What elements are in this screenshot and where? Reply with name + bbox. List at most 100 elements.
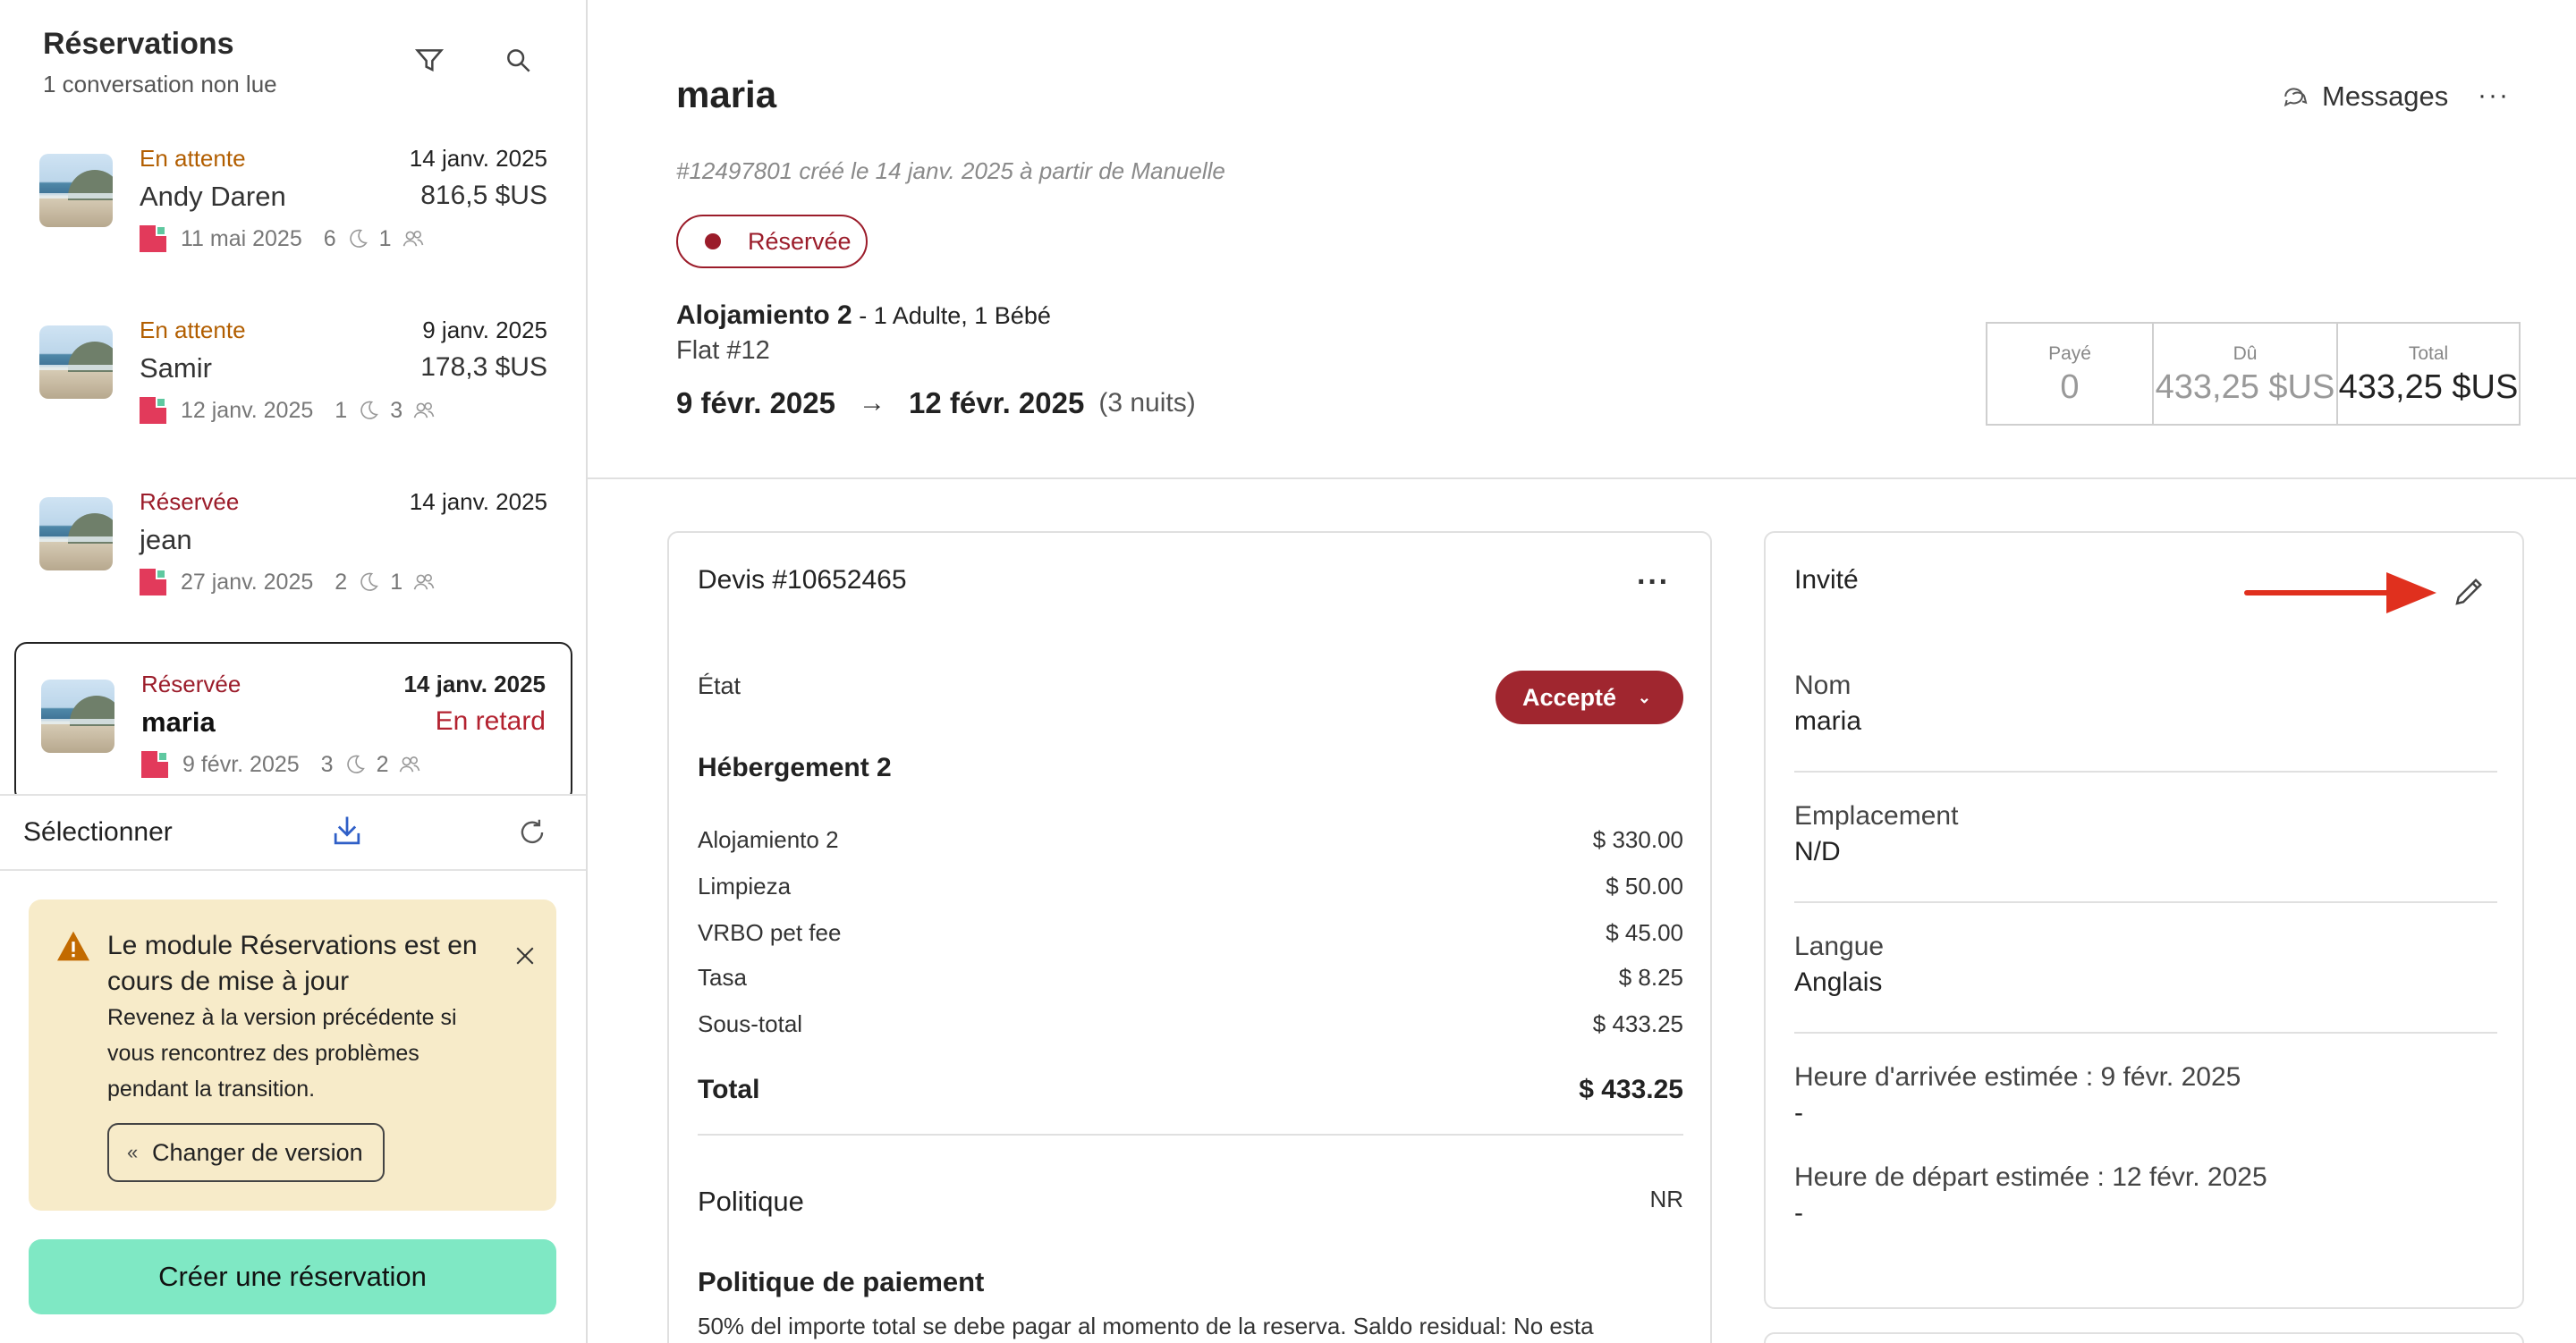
- channel-logo-icon: [140, 397, 166, 424]
- reservation-nights: 1: [335, 397, 348, 423]
- room-name: Alojamiento 2: [676, 300, 852, 330]
- policy-label: Politique: [698, 1186, 804, 1217]
- warning-icon: [55, 930, 91, 962]
- reservation-date: 14 janv. 2025: [409, 145, 547, 172]
- quote-total-value: $ 433.25: [1579, 1075, 1683, 1104]
- field-divider: [1794, 1032, 2497, 1034]
- line-item-label: VRBO pet fee: [698, 919, 842, 946]
- field-value: maria: [1794, 706, 1862, 736]
- reservation-guest-name: Samir: [140, 352, 212, 384]
- unit-name: Flat #12: [676, 336, 770, 365]
- field-value: -: [1794, 1098, 1803, 1128]
- line-item: Limpieza $ 50.00: [698, 873, 1683, 900]
- moon-icon: [346, 755, 365, 773]
- reservation-nights: 6: [323, 225, 336, 251]
- line-item-value: $ 8.25: [1618, 964, 1683, 991]
- nights-count: (3 nuits): [1098, 388, 1196, 418]
- total-row: Total $ 433.25: [698, 1075, 1683, 1105]
- reservation-guests: 2: [376, 751, 389, 777]
- reservation-item[interactable]: En attente 9 janv. 2025 Samir 178,3 $US …: [14, 317, 572, 474]
- update-warning-banner: Le module Réservations est en cours de m…: [29, 900, 556, 1211]
- reservation-guests: 3: [390, 397, 403, 423]
- reservation-checkin: 27 janv. 2025: [181, 569, 314, 595]
- field-label: Langue: [1794, 932, 1885, 961]
- policy-row: Politique NR: [698, 1186, 1683, 1218]
- reservation-meta: 27 janv. 2025 2 1: [140, 569, 436, 595]
- page-title: maria: [676, 73, 777, 115]
- arrival-time-field: Heure d'arrivée estimée : 9 févr. 2025 -: [1794, 1062, 2497, 1128]
- property-thumbnail: [39, 325, 113, 399]
- field-value: N/D: [1794, 837, 1841, 866]
- reservation-nights: 3: [320, 751, 334, 777]
- next-card: [1764, 1332, 2524, 1343]
- reservation-late-badge: En retard: [435, 706, 546, 736]
- subtotal-label: Sous-total: [698, 1010, 803, 1037]
- reservation-item[interactable]: Réservée 14 janv. 2025 jean 27 janv. 202…: [14, 488, 572, 646]
- field-label: Heure de départ estimée : 12 févr. 2025: [1794, 1162, 2267, 1192]
- people-icon: [400, 756, 420, 773]
- quote-total-label: Total: [698, 1075, 760, 1104]
- create-reservation-button[interactable]: Créer une réservation: [29, 1239, 556, 1314]
- reservation-status: Réservée: [141, 671, 242, 697]
- reservation-amount: 178,3 $US: [420, 352, 547, 382]
- status-badge[interactable]: Réservée: [676, 215, 868, 268]
- reservation-status: Réservée: [140, 488, 240, 515]
- property-thumbnail: [39, 154, 113, 227]
- reservation-guests: 1: [378, 225, 392, 251]
- checkout-date: 12 févr. 2025: [909, 386, 1085, 419]
- people-icon: [413, 574, 435, 590]
- more-options-button[interactable]: ···: [2478, 80, 2510, 111]
- stay-dates: 9 févr. 2025 → 12 févr. 2025 (3 nuits): [676, 386, 1196, 420]
- download-icon[interactable]: [327, 812, 367, 851]
- guest-name-field: Nom maria: [1794, 671, 2497, 737]
- people-icon: [413, 402, 435, 418]
- select-button[interactable]: Sélectionner: [23, 817, 173, 848]
- reservations-sidebar: Réservations 1 conversation non lue En a…: [0, 0, 588, 1343]
- reservation-guest-name: Andy Daren: [140, 181, 286, 212]
- policy-value: NR: [1649, 1186, 1683, 1212]
- due-cell: Dû 433,25 $US: [2154, 324, 2338, 424]
- reservation-date: 9 janv. 2025: [422, 317, 547, 343]
- messages-label: Messages: [2322, 80, 2449, 112]
- line-item-label: Tasa: [698, 964, 747, 991]
- change-version-button[interactable]: « Changer de version: [107, 1123, 385, 1182]
- field-value: -: [1794, 1198, 1803, 1228]
- reservation-item[interactable]: En attente 14 janv. 2025 Andy Daren 816,…: [14, 145, 572, 302]
- chevron-left-double-icon: «: [127, 1141, 139, 1163]
- edit-pencil-icon[interactable]: [2451, 572, 2488, 610]
- reservation-checkin: 12 janv. 2025: [181, 397, 314, 423]
- departure-time-field: Heure de départ estimée : 12 févr. 2025 …: [1794, 1162, 2497, 1229]
- paid-cell: Payé 0: [1987, 324, 2154, 424]
- annotation-arrow-icon: [2244, 572, 2436, 613]
- arrow-right-icon: →: [859, 388, 886, 418]
- moon-icon: [349, 229, 368, 248]
- state-label: État: [698, 672, 741, 699]
- reservation-date: 14 janv. 2025: [409, 488, 547, 515]
- moon-icon: [360, 572, 379, 591]
- accommodation-title: Hébergement 2: [698, 753, 892, 782]
- field-value: Anglais: [1794, 967, 1883, 997]
- total-cell: Total 433,25 $US: [2338, 324, 2519, 424]
- line-item-label: Alojamiento 2: [698, 826, 839, 853]
- field-label: Emplacement: [1794, 801, 1959, 831]
- checkin-date: 9 févr. 2025: [676, 386, 835, 419]
- guest-card: Invité Nom maria Emplacement N/D Langue …: [1764, 531, 2524, 1309]
- line-item-value: $ 45.00: [1606, 919, 1683, 946]
- property-thumbnail: [39, 497, 113, 570]
- channel-logo-icon: [141, 751, 168, 778]
- search-icon[interactable]: [501, 43, 537, 79]
- room-line: Alojamiento 2 - 1 Adulte, 1 Bébé: [676, 300, 1051, 331]
- refresh-icon[interactable]: [515, 815, 549, 849]
- reservation-item-selected[interactable]: Réservée 14 janv. 2025 maria En retard 9…: [14, 642, 572, 803]
- field-label: Heure d'arrivée estimée : 9 févr. 2025: [1794, 1062, 2241, 1092]
- filter-icon[interactable]: [411, 43, 447, 79]
- reservation-nights: 2: [335, 569, 348, 595]
- messages-button[interactable]: Messages: [2281, 80, 2448, 113]
- state-dropdown[interactable]: Accepté ⌄: [1496, 671, 1683, 724]
- close-icon[interactable]: [512, 942, 538, 969]
- paid-value: 0: [2060, 368, 2080, 406]
- quote-more-button[interactable]: ···: [1637, 565, 1670, 600]
- line-item: VRBO pet fee $ 45.00: [698, 919, 1683, 947]
- channel-logo-icon: [140, 225, 166, 252]
- payment-policy-title: Politique de paiement: [698, 1266, 985, 1297]
